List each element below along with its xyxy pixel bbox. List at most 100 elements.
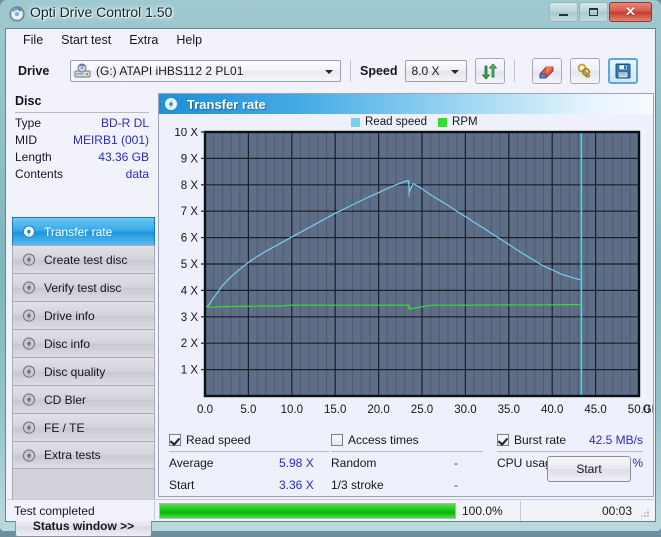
menu-item-help[interactable]: Help	[167, 30, 211, 50]
app-window: Opti Drive Control 1.50 ✕ File Start tes…	[0, 0, 661, 537]
sidebar-item-create-test-disc[interactable]: Create test disc	[12, 245, 155, 273]
legend-swatch-rpm	[438, 117, 448, 127]
disc-verify-icon	[22, 281, 36, 294]
disc-row-type-label: Type	[15, 116, 42, 130]
sidebar-item-fe-te[interactable]: FE / TE	[12, 413, 155, 441]
progress-bar-fill	[160, 504, 455, 518]
x-tick-label: 15.0	[324, 404, 346, 416]
disc-row-length-value: 43.36 GB	[98, 150, 149, 164]
sidebar-item-extra-tests[interactable]: Extra tests	[12, 441, 155, 469]
row-average: Average 5.98 X	[169, 452, 329, 474]
toolbar: Drive (G:) ATAPI iHBS112 2 PL01 Speed 8.…	[6, 51, 655, 91]
sidebar-item-label: Create test disc	[44, 252, 128, 267]
read-speed-header: Read speed	[169, 430, 329, 450]
disc-rate-icon	[165, 98, 177, 110]
burst-rate-header: Burst rate 42.5 MB/s	[497, 430, 643, 450]
disc-extra-icon	[22, 449, 36, 462]
minimize-button[interactable]	[549, 2, 578, 22]
disc-section-title: Disc	[15, 94, 42, 108]
y-tick-label: 10 X	[174, 128, 198, 139]
burst-rate-value: 42.5 MB/s	[588, 433, 643, 447]
sidebar-item-label: Drive info	[44, 308, 95, 323]
sidebar-item-transfer-rate[interactable]: Transfer rate	[12, 217, 155, 245]
disc-drive-icon	[22, 309, 36, 322]
sidebar-item-verify-test-disc[interactable]: Verify test disc	[12, 273, 155, 301]
disc-row-contents-label: Contents	[15, 167, 64, 181]
sidebar-item-label: CD Bler	[44, 392, 87, 407]
drive-select[interactable]: (G:) ATAPI iHBS112 2 PL01	[70, 60, 341, 82]
chart-panel: Transfer rate Read speed RPM 1 X 2 X 3 X 4 …	[158, 93, 660, 514]
progress-bar-track	[159, 503, 456, 519]
row-third-stroke-label: 1/3 stroke	[331, 478, 384, 492]
chevron-down-icon	[450, 70, 459, 74]
sidebar-item-label: Extra tests	[44, 448, 101, 462]
sidebar-item-disc-quality[interactable]: Disc quality	[12, 357, 155, 385]
drive-value: (G:) ATAPI iHBS112 2 PL01	[96, 64, 244, 78]
x-tick-label: 30.0	[454, 404, 476, 416]
row-average-label: Average	[169, 456, 214, 470]
legend-label-rpm: RPM	[452, 116, 478, 128]
drive-label: Drive	[18, 64, 50, 78]
maximize-button[interactable]	[579, 2, 608, 22]
disc-row-contents: Contents data	[15, 167, 149, 183]
sidebar-item-cd-bler[interactable]: CD Bler	[12, 385, 155, 413]
refresh-button[interactable]	[474, 58, 505, 84]
sidebar-item-label: Transfer rate	[44, 224, 113, 239]
row-start-value: 3.36 X	[279, 478, 314, 492]
client-area: File Start test Extra Help Drive (G:) AT…	[5, 28, 660, 537]
x-tick-label: 45.0	[584, 404, 606, 416]
read-speed-checkbox[interactable]	[169, 434, 181, 446]
plot-svg: 1 X 2 X 3 X 4 X 5 X 6 X 7 X 8 X 9 X 10 X 0.0 5.0 10.…	[174, 127, 659, 416]
row-start-label: Start	[169, 478, 195, 492]
disc-row-length: Length 43.36 GB	[15, 150, 149, 166]
speed-select[interactable]: 8.0 X	[404, 60, 467, 82]
disc-row-length-label: Length	[15, 150, 52, 164]
save-button[interactable]	[607, 58, 638, 84]
y-tick-label: 6 X	[181, 233, 199, 245]
x-tick-label: 0.0	[197, 404, 213, 416]
erase-button[interactable]	[531, 58, 562, 84]
eraser-icon	[539, 66, 553, 79]
row-random-label: Random	[331, 456, 377, 470]
sidebar-item-drive-info[interactable]: Drive info	[12, 301, 155, 329]
sidebar-item-label: Disc quality	[44, 364, 106, 379]
disc-quality-icon	[22, 365, 36, 378]
menu-item-file[interactable]: File	[14, 30, 52, 50]
burst-rate-label: Burst rate	[514, 433, 567, 447]
row-third-stroke: 1/3 stroke -	[331, 474, 483, 496]
menu-item-extra[interactable]: Extra	[120, 30, 167, 50]
row-random-value: -	[454, 456, 458, 470]
legend-swatch-read-speed	[351, 117, 360, 127]
burst-rate-checkbox[interactable]	[497, 434, 509, 446]
status-message: Test completed	[14, 503, 95, 518]
results-panel: Read speed Average 5.98 X Start 3.36 X E…	[159, 430, 653, 514]
sidebar-item-label: FE / TE	[44, 420, 85, 435]
title-bar: Opti Drive Control 1.50 ✕	[0, 0, 661, 28]
y-tick-label: 1 X	[181, 365, 199, 377]
chart-title: Transfer rate	[187, 96, 266, 112]
sidebar-item-disc-info[interactable]: Disc info	[12, 329, 155, 357]
close-button[interactable]: ✕	[609, 2, 652, 22]
toolbar-separator-1	[350, 60, 351, 82]
resize-grip-icon[interactable]	[640, 508, 650, 518]
y-tick-label: 5 X	[181, 259, 199, 271]
chevron-down-icon	[325, 70, 333, 74]
x-tick-label: 20.0	[367, 404, 389, 416]
row-average-value: 5.98 X	[279, 456, 314, 470]
status-separator-1	[154, 500, 155, 521]
toolbar-separator-2	[513, 60, 515, 82]
disc-info-box: Disc Type BD-R DL MID MEIRB1 (001) Lengt…	[9, 93, 155, 185]
keys-icon	[577, 63, 590, 78]
menu-item-start-test[interactable]: Start test	[52, 30, 120, 50]
access-times-checkbox[interactable]	[331, 434, 343, 446]
y-tick-label: 7 X	[181, 206, 199, 218]
region-button[interactable]	[569, 58, 600, 84]
sidebar-item-label: Disc info	[44, 336, 91, 351]
y-tick-label: 4 X	[181, 285, 199, 297]
x-tick-label: 10.0	[281, 404, 303, 416]
row-start: Start 3.36 X	[169, 474, 329, 496]
window-title: Opti Drive Control 1.50	[30, 4, 173, 20]
start-test-button[interactable]: Start	[547, 456, 631, 482]
disc-bler-icon	[22, 393, 36, 406]
disc-row-mid: MID MEIRB1 (001)	[15, 133, 149, 149]
